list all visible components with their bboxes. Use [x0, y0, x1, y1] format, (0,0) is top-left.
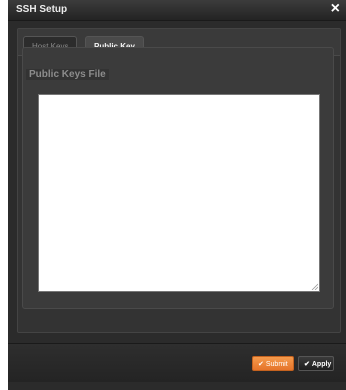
- title-bar: SSH Setup ×: [8, 0, 346, 21]
- public-keys-textarea[interactable]: [38, 94, 320, 292]
- public-keys-legend: Public Keys File: [26, 69, 109, 80]
- check-icon: ✔: [258, 361, 264, 368]
- check-icon: ✔: [304, 361, 310, 368]
- resize-grip-icon[interactable]: [311, 283, 318, 290]
- ssh-setup-dialog: SSH Setup × Host Keys Public Key Public …: [8, 0, 346, 390]
- close-icon[interactable]: ×: [331, 0, 340, 18]
- dialog-footer: [8, 343, 346, 382]
- dialog-title: SSH Setup: [16, 4, 68, 15]
- apply-button[interactable]: ✔ Apply: [298, 356, 334, 371]
- submit-button[interactable]: ✔ Submit: [252, 356, 294, 371]
- apply-label: Apply: [311, 361, 332, 368]
- submit-label: Submit: [265, 361, 288, 368]
